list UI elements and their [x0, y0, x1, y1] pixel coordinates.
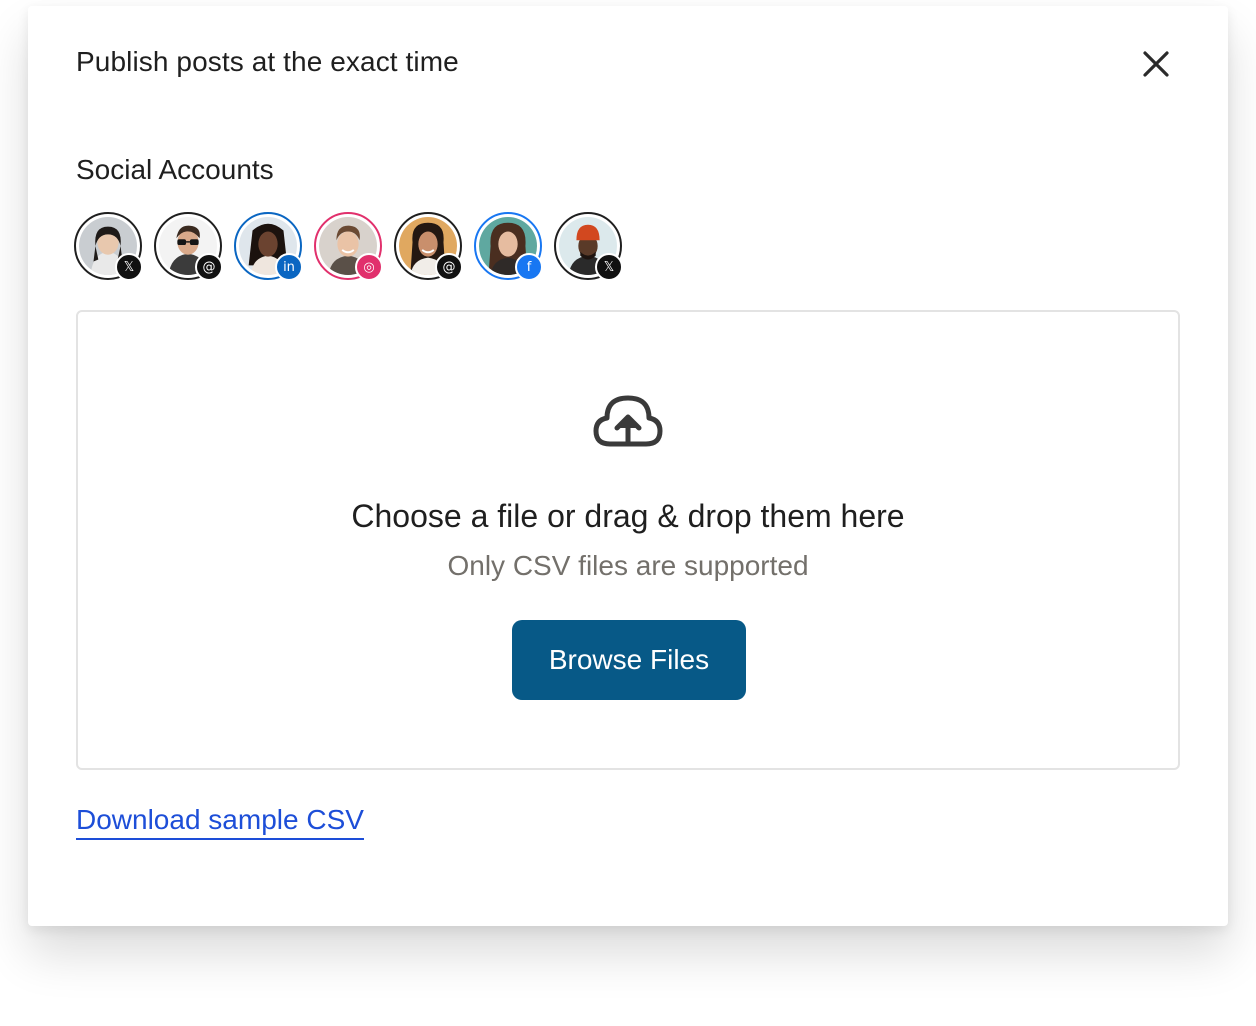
- browse-files-button[interactable]: Browse Files: [512, 620, 746, 700]
- account-avatar-instagram[interactable]: ◎: [314, 212, 383, 281]
- modal-title: Publish posts at the exact time: [76, 46, 459, 77]
- close-button[interactable]: [1136, 44, 1176, 84]
- threads-badge-icon: @: [195, 253, 223, 281]
- linkedin-badge-icon: in: [275, 253, 303, 281]
- publish-modal: Publish posts at the exact time Social A…: [28, 6, 1228, 926]
- instagram-badge-icon: ◎: [355, 253, 383, 281]
- close-icon: [1143, 51, 1169, 77]
- account-avatar-linkedin[interactable]: in: [234, 212, 303, 281]
- account-avatar-threads[interactable]: @: [154, 212, 223, 281]
- social-accounts-label: Social Accounts: [76, 154, 274, 185]
- facebook-badge-icon: f: [515, 253, 543, 281]
- cloud-upload-icon: [593, 395, 663, 447]
- download-sample-csv-link[interactable]: Download sample CSV: [76, 804, 364, 840]
- social-accounts-list: 𝕏 @ in ◎ @ f 𝕏: [74, 212, 623, 284]
- threads-badge-icon: @: [435, 253, 463, 281]
- x-badge-icon: 𝕏: [115, 253, 143, 281]
- account-avatar-x[interactable]: 𝕏: [74, 212, 143, 281]
- dropzone-subtext: Only CSV files are supported: [447, 550, 809, 581]
- x-badge-icon: 𝕏: [595, 253, 623, 281]
- file-dropzone[interactable]: Choose a file or drag & drop them here O…: [76, 310, 1180, 770]
- account-avatar-facebook[interactable]: f: [474, 212, 543, 281]
- account-avatar-x-2[interactable]: 𝕏: [554, 212, 623, 281]
- account-avatar-threads-2[interactable]: @: [394, 212, 463, 281]
- dropzone-heading: Choose a file or drag & drop them here: [351, 498, 905, 534]
